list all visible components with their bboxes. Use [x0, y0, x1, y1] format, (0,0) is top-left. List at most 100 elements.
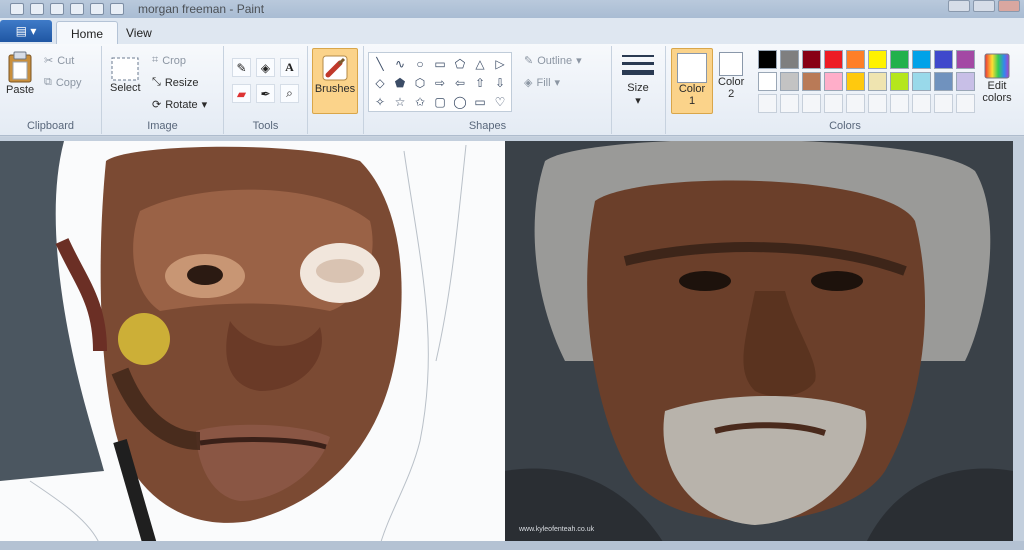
color2-button[interactable]: Color 2	[718, 52, 744, 100]
color-swatch[interactable]	[868, 72, 887, 91]
outline-button[interactable]: ✎ Outline ▾	[524, 54, 582, 68]
portrait-image	[505, 141, 1013, 545]
color-swatch[interactable]	[824, 50, 843, 69]
shape-option[interactable]: ◯	[450, 92, 470, 111]
color-picker-icon[interactable]: ✒	[256, 84, 275, 103]
color-swatch[interactable]	[824, 72, 843, 91]
chevron-down-icon: ▾	[201, 99, 208, 111]
shape-option[interactable]: ⇧	[470, 73, 490, 92]
color-swatch[interactable]	[890, 72, 909, 91]
shapes-gallery[interactable]: ╲ ∿ ○ ▭ ⬠ △ ▷ ◇ ⬟ ⬡ ⇨ ⇦ ⇧ ⇩ ✧ ☆ ✩ ▢ ◯ ▭ ♡	[368, 52, 512, 112]
magnifier-icon[interactable]: ⌕	[280, 84, 299, 103]
shape-option[interactable]: ⬠	[450, 54, 470, 73]
edit-colors-button[interactable]: Edit colors	[982, 52, 1012, 104]
color2-number: 2	[728, 88, 735, 100]
color1-button[interactable]: Color 1	[671, 48, 713, 114]
quick-access-toolbar	[0, 3, 124, 15]
resize-button[interactable]: ⤡ Resize	[152, 76, 198, 89]
custom-color-swatch[interactable]	[890, 94, 909, 113]
color-swatch[interactable]	[802, 50, 821, 69]
shape-option[interactable]: ⇩	[490, 73, 510, 92]
size-button[interactable]: Size ▾	[620, 52, 656, 107]
custom-color-swatch[interactable]	[780, 94, 799, 113]
color-swatch[interactable]	[890, 50, 909, 69]
paste-button[interactable]: Paste	[6, 50, 34, 96]
custom-color-swatch[interactable]	[846, 94, 865, 113]
fill-button[interactable]: ◈ Fill ▾	[524, 76, 560, 90]
color-swatch[interactable]	[956, 72, 975, 91]
custom-color-swatch[interactable]	[956, 94, 975, 113]
shape-option[interactable]: ▷	[490, 54, 510, 73]
shape-option[interactable]: ╲	[370, 54, 390, 73]
paste-label: Paste	[6, 84, 35, 96]
color-swatch[interactable]	[846, 50, 865, 69]
color-swatch[interactable]	[868, 50, 887, 69]
select-button[interactable]: Select	[110, 56, 141, 94]
close-button[interactable]	[998, 0, 1020, 12]
photo-watermark: www.kyleofenteah.co.uk	[519, 526, 595, 533]
rotate-icon: ⟳	[152, 99, 162, 111]
paint-canvas[interactable]	[0, 141, 505, 545]
custom-color-swatch[interactable]	[824, 94, 843, 113]
color-swatch[interactable]	[846, 72, 865, 91]
shape-option[interactable]: ▭	[470, 92, 490, 111]
eraser-icon[interactable]: ▰	[232, 84, 251, 103]
maximize-button[interactable]	[973, 0, 995, 12]
shape-option[interactable]: ✩	[410, 92, 430, 111]
color-swatch[interactable]	[934, 72, 953, 91]
redo-icon[interactable]	[50, 3, 64, 15]
size-label: Size	[627, 82, 649, 94]
shape-option[interactable]: △	[470, 54, 490, 73]
shape-option[interactable]: ∿	[390, 54, 410, 73]
color-swatch[interactable]	[802, 72, 821, 91]
rotate-button[interactable]: ⟳ Rotate ▾	[152, 98, 208, 112]
new-icon[interactable]	[70, 3, 84, 15]
chevron-down-icon: ▾	[576, 55, 582, 67]
print-icon[interactable]	[90, 3, 104, 15]
tab-view[interactable]: View	[112, 21, 166, 44]
color-swatch[interactable]	[780, 50, 799, 69]
color-swatch[interactable]	[934, 50, 953, 69]
brushes-button[interactable]: Brushes	[312, 48, 358, 114]
custom-color-swatch[interactable]	[912, 94, 931, 113]
shape-option[interactable]: ◇	[370, 73, 390, 92]
file-menu-button[interactable]: ▤ ▾	[0, 20, 52, 42]
custom-color-swatch[interactable]	[868, 94, 887, 113]
color-swatch[interactable]	[912, 50, 931, 69]
custom-color-swatch[interactable]	[758, 94, 777, 113]
color-swatch[interactable]	[780, 72, 799, 91]
shape-option[interactable]: ☆	[390, 92, 410, 111]
shape-option[interactable]: ○	[410, 54, 430, 73]
color-swatch[interactable]	[758, 72, 777, 91]
custom-color-swatch[interactable]	[802, 94, 821, 113]
shape-option[interactable]: ⬟	[390, 73, 410, 92]
copy-button[interactable]: ⧉ Copy	[44, 76, 82, 89]
customize-icon[interactable]	[110, 3, 124, 15]
shape-option[interactable]: ♡	[490, 92, 510, 111]
cut-button[interactable]: ✂ Cut	[44, 54, 74, 68]
custom-color-swatch[interactable]	[934, 94, 953, 113]
text-tool-icon[interactable]: A	[280, 58, 299, 77]
shape-option[interactable]: ⇨	[430, 73, 450, 92]
tab-home[interactable]: Home	[56, 21, 119, 44]
brush-icon	[322, 55, 348, 81]
shape-option[interactable]: ⇦	[450, 73, 470, 92]
crop-icon: ⌗	[152, 54, 159, 66]
color-swatch[interactable]	[912, 72, 931, 91]
color1-swatch	[677, 53, 707, 83]
canvas-area[interactable]: www.kyleofenteah.co.uk	[0, 137, 1024, 550]
shape-option[interactable]: ▢	[430, 92, 450, 111]
crop-button[interactable]: ⌗ Crop	[152, 54, 186, 67]
ribbon-tabs: ▤ ▾ Home View	[0, 18, 1024, 44]
shape-option[interactable]: ▭	[430, 54, 450, 73]
shape-option[interactable]: ✧	[370, 92, 390, 111]
save-icon[interactable]	[10, 3, 24, 15]
line-size-icon	[622, 55, 654, 75]
undo-icon[interactable]	[30, 3, 44, 15]
minimize-button[interactable]	[948, 0, 970, 12]
color-swatch[interactable]	[758, 50, 777, 69]
pencil-icon[interactable]: ✎	[232, 58, 251, 77]
shape-option[interactable]: ⬡	[410, 73, 430, 92]
color-swatch[interactable]	[956, 50, 975, 69]
fill-bucket-icon[interactable]: ◈	[256, 58, 275, 77]
